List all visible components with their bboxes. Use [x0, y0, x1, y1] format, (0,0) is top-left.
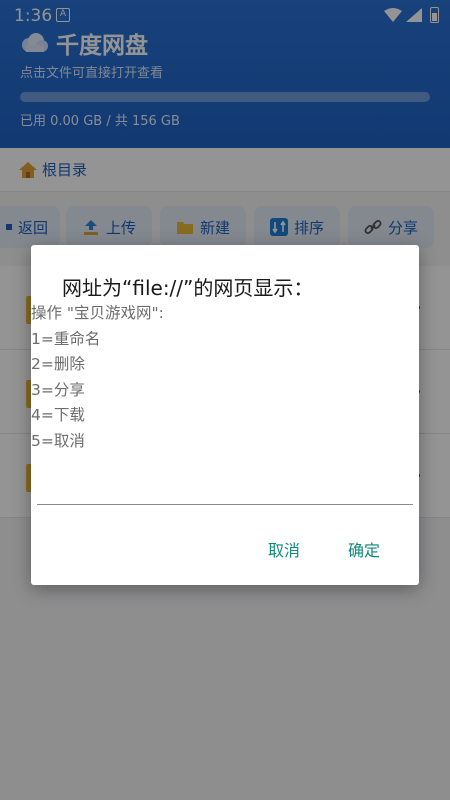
cancel-button[interactable]: 取消 — [259, 529, 309, 569]
dialog-message: 操作 "宝贝游戏网": 1=重命名 2=删除 3=分享 4=下载 5=取消 — [31, 304, 164, 450]
prompt-dialog: 网址为“file://”的网页显示： 操作 "宝贝游戏网": 1=重命名 2=删… — [31, 245, 419, 585]
ok-button[interactable]: 确定 — [339, 529, 389, 569]
prompt-input[interactable] — [37, 471, 413, 505]
dialog-title: 网址为“file://”的网页显示： — [62, 276, 314, 300]
